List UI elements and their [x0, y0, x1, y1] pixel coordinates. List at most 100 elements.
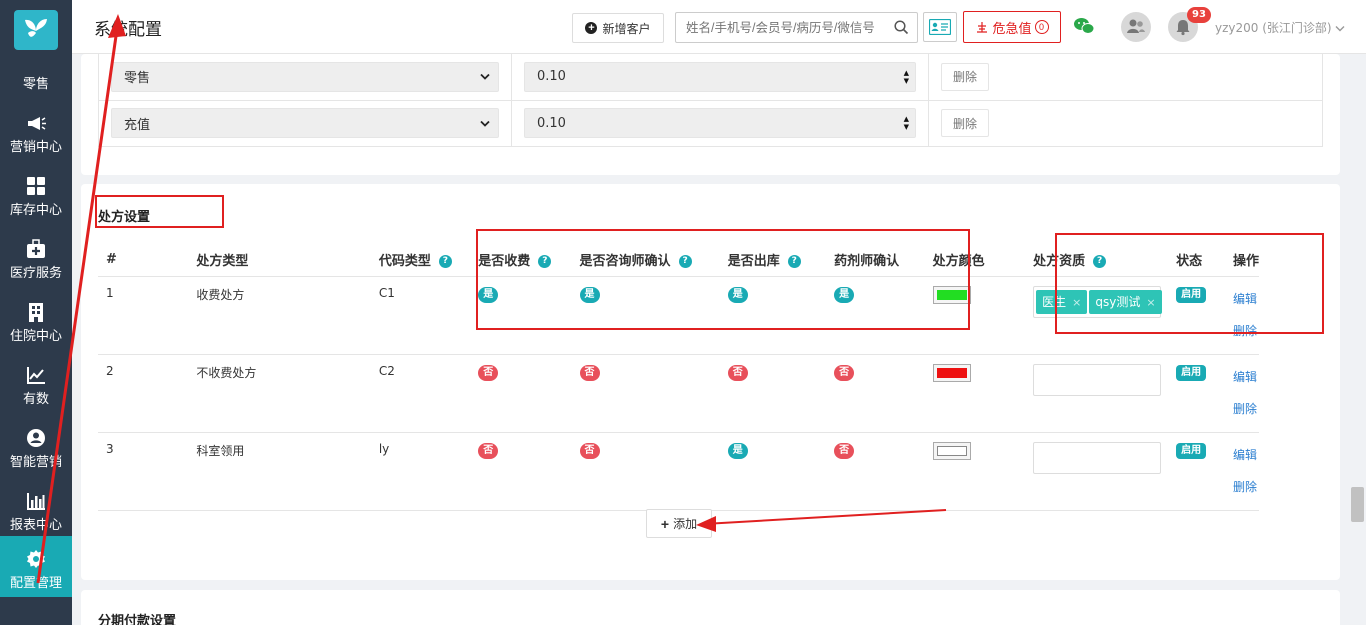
- delete-link[interactable]: 删除: [1233, 400, 1259, 417]
- gear-icon: [27, 550, 45, 568]
- critical-value-count: 0: [1034, 20, 1049, 34]
- qualification-tag[interactable]: 医生 ×: [1036, 289, 1088, 314]
- help-icon[interactable]: ?: [438, 255, 452, 269]
- col-pharmacist: 药剂师确认: [820, 244, 925, 277]
- status-badge[interactable]: 启用: [1176, 286, 1207, 303]
- logo[interactable]: [14, 10, 58, 50]
- sidebar-item-label: 配置管理: [9, 576, 62, 591]
- qualification-select[interactable]: 医生 × qsy测试 ×: [1033, 285, 1162, 318]
- add-customer-label: 新增客户: [602, 21, 651, 36]
- sidebar-item-reports[interactable]: 报表中心: [0, 482, 72, 544]
- delete-link[interactable]: 删除: [1233, 322, 1259, 339]
- qualification-select[interactable]: [1033, 363, 1162, 396]
- number-spinner-icon[interactable]: ▲ ▼: [904, 115, 909, 131]
- page-title: 系统配置: [94, 20, 162, 40]
- wechat-icon[interactable]: [1073, 17, 1095, 35]
- consultant-badge: 是: [579, 286, 600, 303]
- rate-settings-card: 零售 0.10 ▲ ▼ 删除 充值 0.10 ▲ ▼ 删除: [81, 54, 1340, 175]
- add-customer-button[interactable]: + 新增客户: [572, 13, 664, 43]
- table-row: 3 科室领用 ly 否 否 是 否 启用 编辑 删除: [98, 432, 1259, 511]
- member-card-button[interactable]: [923, 12, 957, 42]
- top-header: 系统配置 + 新增客户 危急值 0: [72, 0, 1366, 54]
- col-ops: 操作: [1222, 244, 1259, 277]
- status-badge[interactable]: 启用: [1176, 364, 1207, 381]
- color-swatch[interactable]: [932, 285, 971, 304]
- color-swatch[interactable]: [932, 441, 971, 460]
- search-box: [675, 12, 918, 43]
- status-badge[interactable]: 启用: [1176, 442, 1207, 459]
- pharmacist-badge: 否: [834, 364, 855, 381]
- search-input[interactable]: [676, 13, 886, 42]
- rate-value-input[interactable]: 0.10 ▲ ▼: [524, 108, 916, 138]
- section-title: 分期付款设置: [98, 614, 177, 625]
- col-qualification: 处方资质?: [1025, 244, 1169, 277]
- close-icon[interactable]: ×: [1072, 296, 1081, 309]
- rate-value: 0.10: [537, 69, 566, 85]
- table-row: 零售 0.10 ▲ ▼ 删除: [98, 54, 1323, 101]
- add-prescription-button[interactable]: + 添加: [646, 509, 712, 538]
- qualification-tag[interactable]: qsy测试 ×: [1089, 289, 1162, 314]
- critical-value-button[interactable]: 危急值 0: [963, 11, 1061, 43]
- pharmacist-badge: 是: [834, 286, 855, 303]
- delete-button[interactable]: 删除: [941, 109, 989, 137]
- butterfly-logo-icon: [25, 19, 47, 37]
- grid-icon: [27, 177, 45, 195]
- sidebar-item-medical[interactable]: 医疗服务: [0, 230, 72, 292]
- pharmacist-badge: 否: [834, 442, 855, 459]
- rate-value: 0.10: [537, 115, 566, 131]
- table-row: 1 收费处方 C1 是 是 是 是 医生 × qsy测试 × 启用 编辑 删除: [98, 276, 1259, 355]
- user-menu[interactable]: yzy200 (张江门诊部): [1215, 19, 1345, 36]
- users-icon: [1127, 19, 1145, 33]
- number-spinner-icon[interactable]: ▲ ▼: [904, 69, 909, 85]
- consultant-badge: 否: [579, 442, 600, 459]
- bar-chart-icon: [27, 493, 45, 510]
- notification-badge: 93: [1187, 7, 1211, 23]
- line-chart-icon: [27, 367, 45, 384]
- help-icon[interactable]: ?: [1093, 255, 1107, 269]
- scrollbar-thumb[interactable]: [1351, 487, 1364, 522]
- search-icon[interactable]: [894, 20, 909, 35]
- color-swatch[interactable]: [932, 363, 971, 382]
- sidebar-item-inventory[interactable]: 库存中心: [0, 167, 72, 229]
- chevron-down-icon: [480, 74, 490, 81]
- edit-link[interactable]: 编辑: [1233, 290, 1259, 307]
- edit-link[interactable]: 编辑: [1233, 368, 1259, 385]
- plus-icon: +: [660, 515, 670, 532]
- edit-link[interactable]: 编辑: [1233, 446, 1259, 463]
- sidebar-item-smart-marketing[interactable]: 智能营销: [0, 419, 72, 481]
- group-chat-button[interactable]: [1121, 12, 1151, 42]
- sidebar-item-label: 营销中心: [9, 140, 62, 155]
- row-index: 1: [98, 276, 189, 355]
- delete-link[interactable]: 删除: [1233, 478, 1259, 495]
- delete-button[interactable]: 删除: [941, 62, 989, 91]
- scrollbar-track[interactable]: [1349, 54, 1366, 625]
- row-index: 2: [98, 354, 189, 433]
- row-code: ly: [370, 432, 471, 511]
- plus-circle-icon: +: [585, 22, 598, 34]
- sidebar-item-marketing[interactable]: 营销中心: [0, 104, 72, 166]
- sidebar-item-analytics[interactable]: 有数: [0, 356, 72, 418]
- col-consultant: 是否咨询师确认?: [571, 244, 720, 277]
- medical-kit-icon: [27, 239, 45, 258]
- table-header-row: # 处方类型 代码类型? 是否收费? 是否咨询师确认? 是否出库? 药剂师确认 …: [98, 244, 1259, 277]
- help-icon[interactable]: ?: [678, 255, 692, 269]
- col-code: 代码类型?: [370, 244, 471, 277]
- user-circle-icon: [27, 429, 45, 447]
- help-icon[interactable]: ?: [787, 255, 801, 269]
- sidebar-item-config[interactable]: 配置管理: [0, 536, 72, 597]
- rate-type-value: 零售: [124, 71, 151, 87]
- row-index: 3: [98, 432, 189, 511]
- consultant-badge: 否: [579, 364, 600, 381]
- critical-value-label: 危急值: [992, 20, 1032, 36]
- rate-value-input[interactable]: 0.10 ▲ ▼: [524, 61, 916, 92]
- color-fill: [936, 367, 967, 378]
- rate-type-value: 充值: [124, 117, 151, 133]
- rate-type-select[interactable]: 零售: [111, 61, 499, 92]
- sidebar-item-label: 医疗服务: [9, 266, 62, 281]
- close-icon[interactable]: ×: [1146, 296, 1155, 309]
- chevron-down-icon: [480, 120, 490, 127]
- sidebar-item-inpatient[interactable]: 住院中心: [0, 293, 72, 355]
- rate-type-select[interactable]: 充值: [111, 108, 499, 138]
- qualification-select[interactable]: [1033, 441, 1162, 474]
- help-icon[interactable]: ?: [538, 255, 552, 269]
